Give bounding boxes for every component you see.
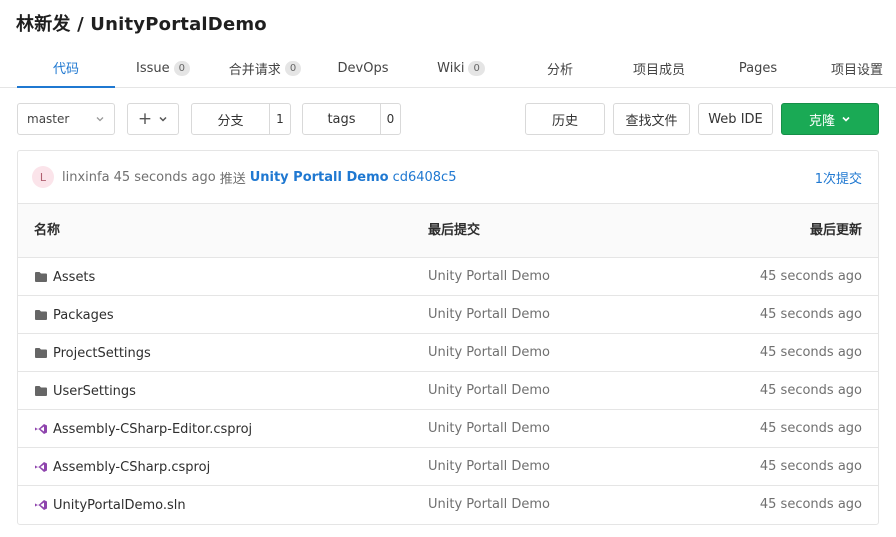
tab-label: DevOps <box>337 60 389 76</box>
table-header: 名称 最后提交 最后更新 <box>18 204 878 258</box>
row-updated-time: 45 seconds ago <box>759 307 862 322</box>
chevron-down-icon <box>159 116 167 122</box>
tab-devops[interactable]: DevOps <box>330 48 396 88</box>
folder-icon <box>35 348 47 358</box>
tab-label: Issue <box>136 60 170 76</box>
row-commit-message[interactable]: Unity Portall Demo <box>428 296 550 334</box>
row-updated-time: 45 seconds ago <box>759 459 862 474</box>
row-commit-message[interactable]: Unity Portall Demo <box>428 486 550 524</box>
folder-icon <box>35 310 47 320</box>
visual-studio-icon <box>35 500 47 510</box>
branch-select[interactable]: master <box>17 103 115 135</box>
row-commit-message[interactable]: Unity Portall Demo <box>428 334 550 372</box>
commit-action: 推送 <box>219 171 246 187</box>
file-name[interactable]: UserSettings <box>53 384 136 399</box>
tags-count: 0 <box>380 104 400 134</box>
visual-studio-icon <box>35 462 47 472</box>
tab-count-badge: 0 <box>468 60 485 76</box>
tab-analytics[interactable]: 分析 <box>536 48 584 88</box>
branches-label: 分支 <box>217 113 244 129</box>
history-label: 历史 <box>551 113 578 129</box>
tab-count-badge: 0 <box>173 60 190 76</box>
table-row[interactable]: Assembly-CSharp-Editor.csproj Unity Port… <box>18 410 878 448</box>
tags-button[interactable]: tags 0 <box>302 103 401 135</box>
commit-time: 45 seconds ago <box>113 169 216 185</box>
last-commit-bar: L linxinfa 45 seconds ago 推送 Unity Porta… <box>18 151 878 204</box>
row-updated-time: 45 seconds ago <box>759 383 862 398</box>
tab-merge-requests[interactable]: 合并请求 0 <box>222 48 308 88</box>
file-name[interactable]: UnityPortalDemo.sln <box>53 498 186 513</box>
find-file-label: 查找文件 <box>625 113 678 129</box>
tags-label: tags <box>327 111 356 127</box>
tab-issue[interactable]: Issue 0 <box>128 48 198 88</box>
find-file-button[interactable]: 查找文件 <box>613 103 690 135</box>
row-updated-time: 45 seconds ago <box>759 421 862 436</box>
clone-label: 克隆 <box>808 113 835 129</box>
page-title: 林新发 / UnityPortalDemo <box>16 14 267 35</box>
column-header-name: 名称 <box>34 223 61 238</box>
tab-label: 分析 <box>546 62 573 78</box>
table-row[interactable]: UserSettings Unity Portall Demo 45 secon… <box>18 372 878 410</box>
chevron-down-icon <box>842 116 850 122</box>
tab-label: 项目成员 <box>632 62 685 78</box>
tab-label: 项目设置 <box>830 62 883 78</box>
file-name-cell[interactable]: Assembly-CSharp.csproj <box>34 448 210 486</box>
tab-members[interactable]: 项目成员 <box>624 48 694 88</box>
tab-label: Wiki <box>437 60 465 76</box>
commit-count-link[interactable]: 1次提交 <box>815 151 862 204</box>
visual-studio-icon <box>35 424 47 434</box>
web-ide-label: Web IDE <box>708 111 763 127</box>
file-name[interactable]: Assets <box>53 270 95 285</box>
file-name-cell[interactable]: Packages <box>34 296 114 334</box>
table-row[interactable]: Assembly-CSharp.csproj Unity Portall Dem… <box>18 448 878 486</box>
history-button[interactable]: 历史 <box>525 103 605 135</box>
commit-sha-link[interactable]: cd6408c5 <box>393 170 457 185</box>
row-updated-time: 45 seconds ago <box>759 497 862 512</box>
chevron-down-icon <box>96 117 104 122</box>
folder-icon <box>35 272 47 282</box>
row-commit-message[interactable]: Unity Portall Demo <box>428 372 550 410</box>
table-row[interactable]: ProjectSettings Unity Portall Demo 45 se… <box>18 334 878 372</box>
folder-icon <box>35 386 47 396</box>
tab-code[interactable]: 代码 <box>17 48 115 88</box>
tab-label: Pages <box>738 60 778 76</box>
row-updated-time: 45 seconds ago <box>759 269 862 284</box>
tab-label: 合并请求 <box>228 62 281 78</box>
file-name-cell[interactable]: Assets <box>34 258 95 296</box>
branches-button[interactable]: 分支 1 <box>191 103 291 135</box>
file-name-cell[interactable]: Assembly-CSharp-Editor.csproj <box>34 410 252 448</box>
avatar[interactable]: L <box>32 166 54 188</box>
row-commit-message[interactable]: Unity Portall Demo <box>428 258 550 296</box>
repository-files-panel: L linxinfa 45 seconds ago 推送 Unity Porta… <box>17 150 879 525</box>
branch-name: master <box>27 112 70 126</box>
file-name-cell[interactable]: UserSettings <box>34 372 136 410</box>
add-dropdown-button[interactable]: + <box>127 103 179 135</box>
commit-author[interactable]: linxinfa <box>62 170 110 185</box>
file-name-cell[interactable]: ProjectSettings <box>34 334 151 372</box>
row-commit-message[interactable]: Unity Portall Demo <box>428 410 550 448</box>
project-nav-tabs: 代码 Issue 0 合并请求 0 DevOps Wiki 0 分析 项目成员 … <box>0 48 896 88</box>
tab-label: 代码 <box>52 61 79 77</box>
plus-icon: + <box>137 109 153 129</box>
commit-message-link[interactable]: Unity Portall Demo <box>250 170 389 185</box>
row-updated-time: 45 seconds ago <box>759 345 862 360</box>
file-name[interactable]: Packages <box>53 308 114 323</box>
web-ide-button[interactable]: Web IDE <box>698 103 773 135</box>
table-row[interactable]: Packages Unity Portall Demo 45 seconds a… <box>18 296 878 334</box>
row-commit-message[interactable]: Unity Portall Demo <box>428 448 550 486</box>
file-name[interactable]: Assembly-CSharp.csproj <box>53 460 210 475</box>
file-name[interactable]: ProjectSettings <box>53 346 151 361</box>
column-header-last-update: 最后更新 <box>809 223 862 238</box>
table-row[interactable]: Assets Unity Portall Demo 45 seconds ago <box>18 258 878 296</box>
file-name[interactable]: Assembly-CSharp-Editor.csproj <box>53 422 252 437</box>
tab-count-badge: 0 <box>284 60 302 76</box>
branches-count: 1 <box>269 104 290 134</box>
column-header-last-commit: 最后提交 <box>428 223 481 238</box>
tab-settings[interactable]: 项目设置 <box>822 48 892 88</box>
tab-pages[interactable]: Pages <box>730 48 786 88</box>
file-name-cell[interactable]: UnityPortalDemo.sln <box>34 486 186 524</box>
clone-button[interactable]: 克隆 <box>781 103 879 135</box>
tab-wiki[interactable]: Wiki 0 <box>428 48 494 88</box>
table-row[interactable]: UnityPortalDemo.sln Unity Portall Demo 4… <box>18 486 878 524</box>
